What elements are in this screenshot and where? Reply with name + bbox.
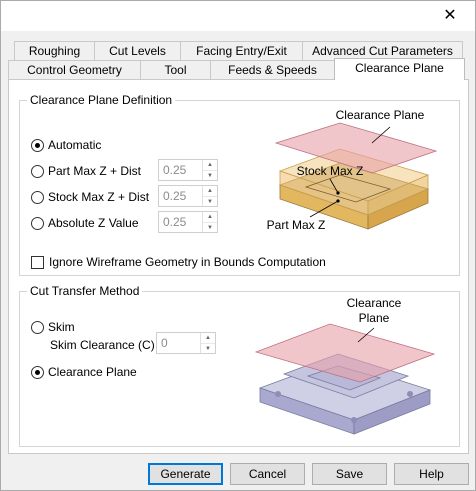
tab-feeds-speeds[interactable]: Feeds & Speeds	[210, 60, 335, 80]
title-bar: ✕	[1, 1, 475, 31]
radio-circle	[31, 190, 44, 204]
close-icon[interactable]: ✕	[441, 7, 459, 25]
stepper[interactable]: ▲ ▼	[202, 212, 217, 232]
radio-circle	[31, 164, 44, 178]
stock-max-z-field[interactable]: 0.25 ▲ ▼	[158, 185, 218, 207]
tab-clearance-plane[interactable]: Clearance Plane	[334, 58, 465, 80]
tab-cut-levels[interactable]: Cut Levels	[94, 41, 181, 61]
radio-label: Part Max Z + Dist	[48, 164, 142, 178]
clearance-plane-shape	[254, 323, 436, 383]
stepper[interactable]: ▲ ▼	[202, 160, 217, 180]
tab-roughing[interactable]: Roughing	[14, 41, 95, 61]
cut-transfer-method-group: Cut Transfer Method Skim Skim Clearance …	[19, 284, 460, 447]
figure-label-clearance: Clearance	[347, 296, 402, 310]
up-arrow-icon[interactable]: ▲	[201, 333, 215, 343]
radio-circle	[31, 365, 44, 379]
field-value: 0.25	[163, 163, 187, 177]
dialog-window: ✕ Roughing Cut Levels Facing Entry/Exit …	[0, 0, 476, 491]
radio-label: Stock Max Z + Dist	[48, 190, 150, 204]
radio-label: Absolute Z Value	[48, 216, 139, 230]
group-title: Clearance Plane Definition	[27, 93, 176, 107]
tab-panel: Clearance Plane Definition Automatic Par…	[8, 79, 469, 454]
group-title: Cut Transfer Method	[27, 284, 143, 298]
figure-label-part-max-z: Part Max Z	[267, 218, 326, 232]
skim-clearance-field[interactable]: 0 ▲ ▼	[156, 332, 216, 354]
radio-part-max-z[interactable]: Part Max Z + Dist	[31, 164, 141, 178]
bolt-hole	[407, 391, 413, 397]
stepper[interactable]: ▲ ▼	[200, 333, 215, 353]
figure-label-plane: Plane	[359, 311, 390, 325]
figure-label-clearance-plane: Clearance Plane	[336, 108, 425, 122]
bolt-hole	[275, 391, 281, 397]
stepper[interactable]: ▲ ▼	[202, 186, 217, 206]
part-max-z-field[interactable]: 0.25 ▲ ▼	[158, 159, 218, 181]
cancel-button[interactable]: Cancel	[230, 463, 305, 485]
down-arrow-icon[interactable]: ▼	[203, 196, 217, 207]
radio-absolute-z[interactable]: Absolute Z Value	[31, 216, 139, 230]
down-arrow-icon[interactable]: ▼	[203, 222, 217, 233]
tab-facing-entry-exit[interactable]: Facing Entry/Exit	[180, 41, 303, 61]
up-arrow-icon[interactable]: ▲	[203, 186, 217, 196]
transfer-diagram: Clearance Plane	[254, 296, 436, 435]
tab-tool[interactable]: Tool	[140, 60, 211, 80]
checkbox-label: Ignore Wireframe Geometry in Bounds Comp…	[49, 255, 326, 269]
part-marker	[336, 199, 340, 203]
field-value: 0	[161, 336, 168, 350]
radio-clearance-plane[interactable]: Clearance Plane	[31, 365, 137, 379]
field-value: 0.25	[163, 189, 187, 203]
skim-clearance-label: Skim Clearance (C)	[50, 338, 155, 352]
radio-label: Skim	[48, 320, 75, 334]
stock-marker	[336, 191, 340, 195]
down-arrow-icon[interactable]: ▼	[203, 170, 217, 181]
up-arrow-icon[interactable]: ▲	[203, 212, 217, 222]
field-value: 0.25	[163, 215, 187, 229]
radio-stock-max-z[interactable]: Stock Max Z + Dist	[31, 190, 149, 204]
clearance-plane-definition-group: Clearance Plane Definition Automatic Par…	[19, 93, 460, 276]
save-button[interactable]: Save	[312, 463, 387, 485]
radio-automatic[interactable]: Automatic	[31, 138, 101, 152]
figure-label-stock-max-z: Stock Max Z	[297, 164, 364, 178]
ignore-wireframe-checkbox[interactable]: Ignore Wireframe Geometry in Bounds Comp…	[31, 255, 326, 269]
help-button[interactable]: Help	[394, 463, 469, 485]
checkbox-box	[31, 255, 44, 269]
radio-circle	[31, 320, 44, 334]
radio-circle	[31, 138, 44, 152]
radio-label: Automatic	[48, 138, 102, 152]
down-arrow-icon[interactable]: ▼	[201, 343, 215, 354]
radio-circle	[31, 216, 44, 230]
clearance-plane-diagram: Clearance Plane Stock Max Z Part Max Z	[267, 108, 438, 232]
generate-button[interactable]: Generate	[148, 463, 223, 485]
radio-skim[interactable]: Skim	[31, 320, 75, 334]
tab-control-geometry[interactable]: Control Geometry	[8, 60, 141, 80]
radio-label: Clearance Plane	[48, 365, 137, 379]
absolute-z-field[interactable]: 0.25 ▲ ▼	[158, 211, 218, 233]
bolt-hole	[351, 417, 357, 423]
up-arrow-icon[interactable]: ▲	[203, 160, 217, 170]
